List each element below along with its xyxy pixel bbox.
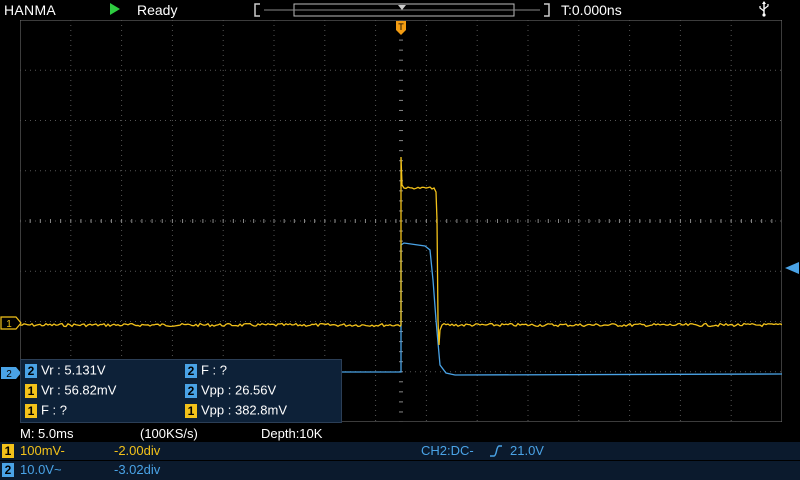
ch1-offset-marker[interactable]: 1 (0, 316, 22, 330)
meas-ch2-vr: 2 Vr : 5.131V (25, 362, 106, 378)
ch2-badge: 2 (185, 363, 197, 378)
memory-depth[interactable]: Depth:10K (261, 426, 322, 441)
ch1-badge: 1 (25, 383, 37, 398)
trigger-position-marker[interactable]: T (395, 20, 407, 36)
svg-text:T: T (398, 22, 404, 32)
ch2-offset-marker[interactable]: 2 (0, 366, 22, 380)
trigger-level-marker[interactable] (784, 261, 800, 275)
run-state-label: Ready (137, 2, 178, 18)
sample-rate: (100KS/s) (140, 426, 198, 441)
usb-icon (758, 1, 770, 20)
trigger-position-mini-icon (398, 5, 406, 10)
memory-position-bar[interactable] (254, 3, 550, 17)
meas-ch1-vpp: 1 Vpp : 382.8mV (185, 402, 287, 418)
ch2-badge: 2 (185, 383, 197, 398)
meas-ch1-freq: 1F : ? (25, 402, 67, 418)
svg-text:1: 1 (6, 319, 12, 330)
ch1-scale: 100mV- (20, 443, 65, 458)
brand-label: HANMA (4, 2, 57, 18)
ch2-status-row[interactable]: 2 10.0V~ -3.02div (0, 461, 800, 480)
ch1-offset: -2.00div (114, 443, 161, 458)
trigger-level: 21.0V (510, 443, 544, 458)
run-play-icon[interactable] (110, 3, 120, 15)
ch2-scale: 10.0V~ (20, 462, 62, 477)
ch2-offset: -3.02div (114, 462, 161, 477)
trigger-time-readout: T:0.000ns (561, 2, 622, 18)
svg-text:2: 2 (6, 369, 12, 380)
top-status-bar: HANMA Ready T:0.000ns (0, 0, 800, 20)
rising-edge-icon (490, 445, 502, 457)
timebase-status: M: 5.0ms (100KS/s) Depth:10K (0, 424, 800, 442)
meas-ch1-vr: 1 Vr : 56.82mV (25, 382, 116, 398)
meas-ch2-vpp: 2 Vpp : 26.56V (185, 382, 276, 398)
ch1-badge: 1 (185, 403, 197, 418)
ch1-status-row[interactable]: 1 100mV- -2.00div CH2:DC- 21.0V (0, 442, 800, 460)
ch1-badge: 1 (25, 403, 37, 418)
ch2-badge: 2 (2, 463, 14, 477)
timebase-scale[interactable]: M: 5.0ms (20, 426, 73, 441)
meas-ch2-freq: 2F : ? (185, 362, 227, 378)
measurement-panel: 2 Vr : 5.131V 2F : ? 1 Vr : 56.82mV 2 Vpp :… (20, 359, 342, 423)
ch2-badge: 2 (25, 363, 37, 378)
ch1-badge: 1 (2, 444, 14, 458)
trigger-setting[interactable]: CH2:DC- (421, 443, 474, 458)
